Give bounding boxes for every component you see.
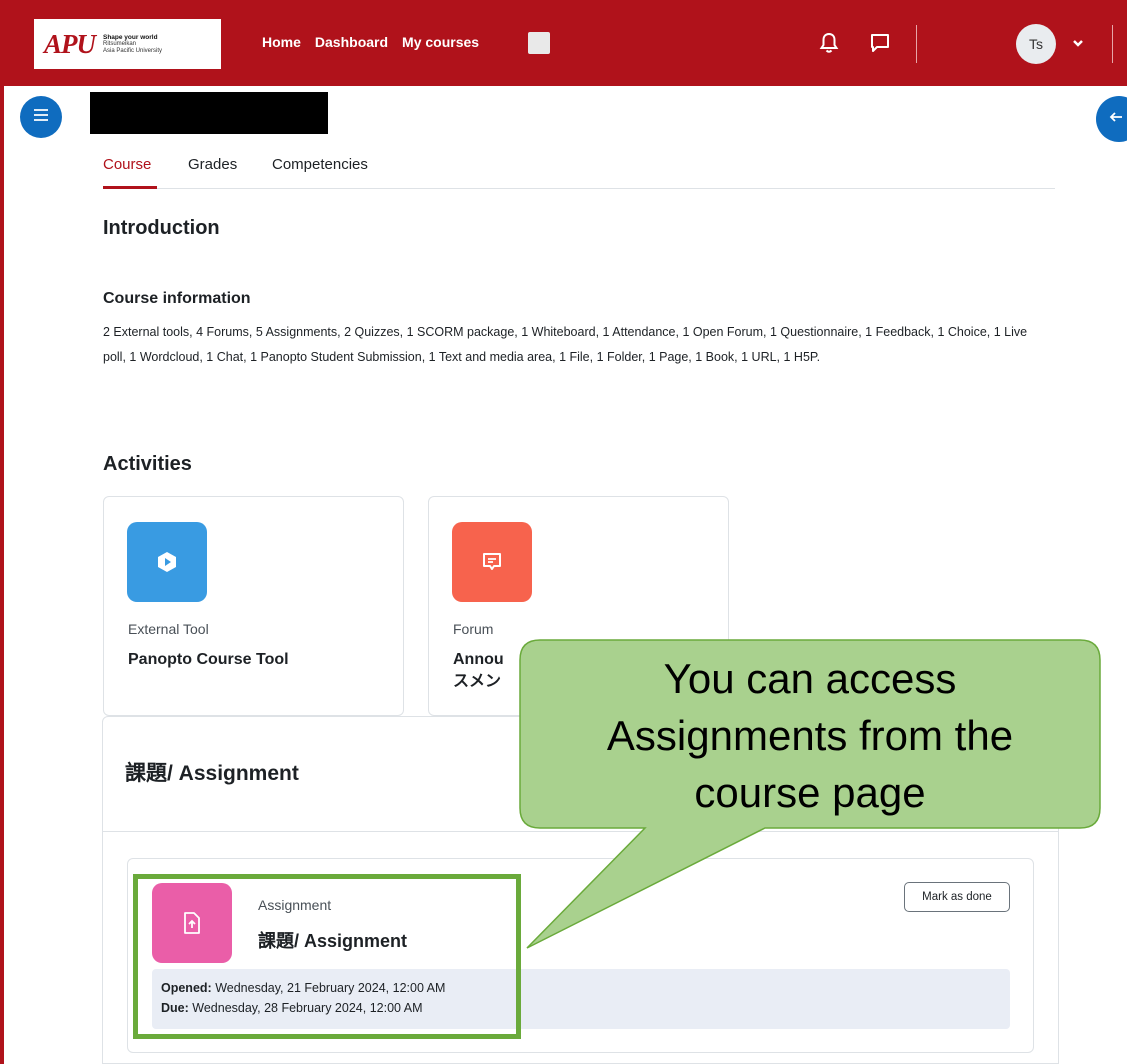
- navbar-divider: [916, 25, 917, 63]
- tab-course[interactable]: Course: [103, 156, 151, 173]
- mark-as-done-button[interactable]: Mark as done: [904, 882, 1010, 912]
- section-divider: [103, 831, 1058, 832]
- notifications-bell-icon[interactable]: [819, 32, 839, 59]
- activities-heading: Activities: [103, 453, 192, 475]
- introduction-heading: Introduction: [103, 217, 220, 239]
- activity-name[interactable]: Panopto Course Tool: [128, 649, 289, 671]
- assignment-highlight-box: [133, 874, 521, 1039]
- site-logo[interactable]: APU Shape your world Ritsumeikan Asia Pa…: [34, 19, 221, 69]
- logo-tagline: Shape your world: [103, 33, 158, 41]
- activity-type: Forum: [453, 621, 494, 637]
- forum-icon: [452, 522, 532, 602]
- callout-line3: course page: [694, 769, 926, 816]
- active-tab-indicator: [103, 186, 157, 189]
- logo-mark: APU: [44, 28, 96, 59]
- activity-name-line1: Annou: [453, 651, 504, 668]
- external-tool-icon: [127, 522, 207, 602]
- open-course-index-button[interactable]: [20, 96, 62, 138]
- course-info-heading: Course information: [103, 290, 251, 307]
- chevron-down-icon[interactable]: [1072, 36, 1084, 54]
- logo-subtitle: Shape your world Ritsumeikan Asia Pacifi…: [103, 34, 162, 55]
- callout-line1: You can access: [663, 655, 957, 702]
- top-navbar: APU Shape your world Ritsumeikan Asia Pa…: [0, 0, 1127, 86]
- activity-type: External Tool: [128, 621, 209, 637]
- callout-line2: Assignments from the: [606, 712, 1014, 759]
- logo-line1: Ritsumeikan: [103, 40, 137, 47]
- tab-grades[interactable]: Grades: [188, 156, 237, 173]
- tab-competencies[interactable]: Competencies: [272, 156, 368, 173]
- course-info-summary: 2 External tools, 4 Forums, 5 Assignment…: [103, 325, 1028, 364]
- hamburger-icon: [33, 108, 49, 127]
- logo-line2: Asia Pacific University: [103, 47, 163, 54]
- navbar-divider-right: [1112, 25, 1113, 63]
- activity-card-external-tool[interactable]: External Tool Panopto Course Tool: [103, 496, 404, 716]
- activity-name[interactable]: Annou スメン: [453, 649, 504, 693]
- arrow-left-icon: [1109, 110, 1123, 129]
- course-tabs: Course Grades Competencies: [103, 156, 1055, 189]
- open-block-drawer-button[interactable]: [1096, 96, 1127, 142]
- section-title[interactable]: 課題/ Assignment: [125, 757, 299, 787]
- nav-link-my-courses[interactable]: My courses: [402, 34, 479, 50]
- nav-link-home[interactable]: Home: [262, 34, 301, 50]
- more-menu-button[interactable]: [528, 32, 550, 54]
- primary-navigation: Home Dashboard My courses: [262, 34, 493, 50]
- messages-chat-icon[interactable]: [869, 32, 891, 59]
- callout-text: You can access Assignments from the cour…: [520, 650, 1100, 821]
- redacted-course-title: [90, 92, 328, 134]
- user-avatar[interactable]: Ts: [1016, 24, 1056, 64]
- activity-name-line2: スメン: [453, 673, 502, 690]
- nav-link-dashboard[interactable]: Dashboard: [315, 34, 388, 50]
